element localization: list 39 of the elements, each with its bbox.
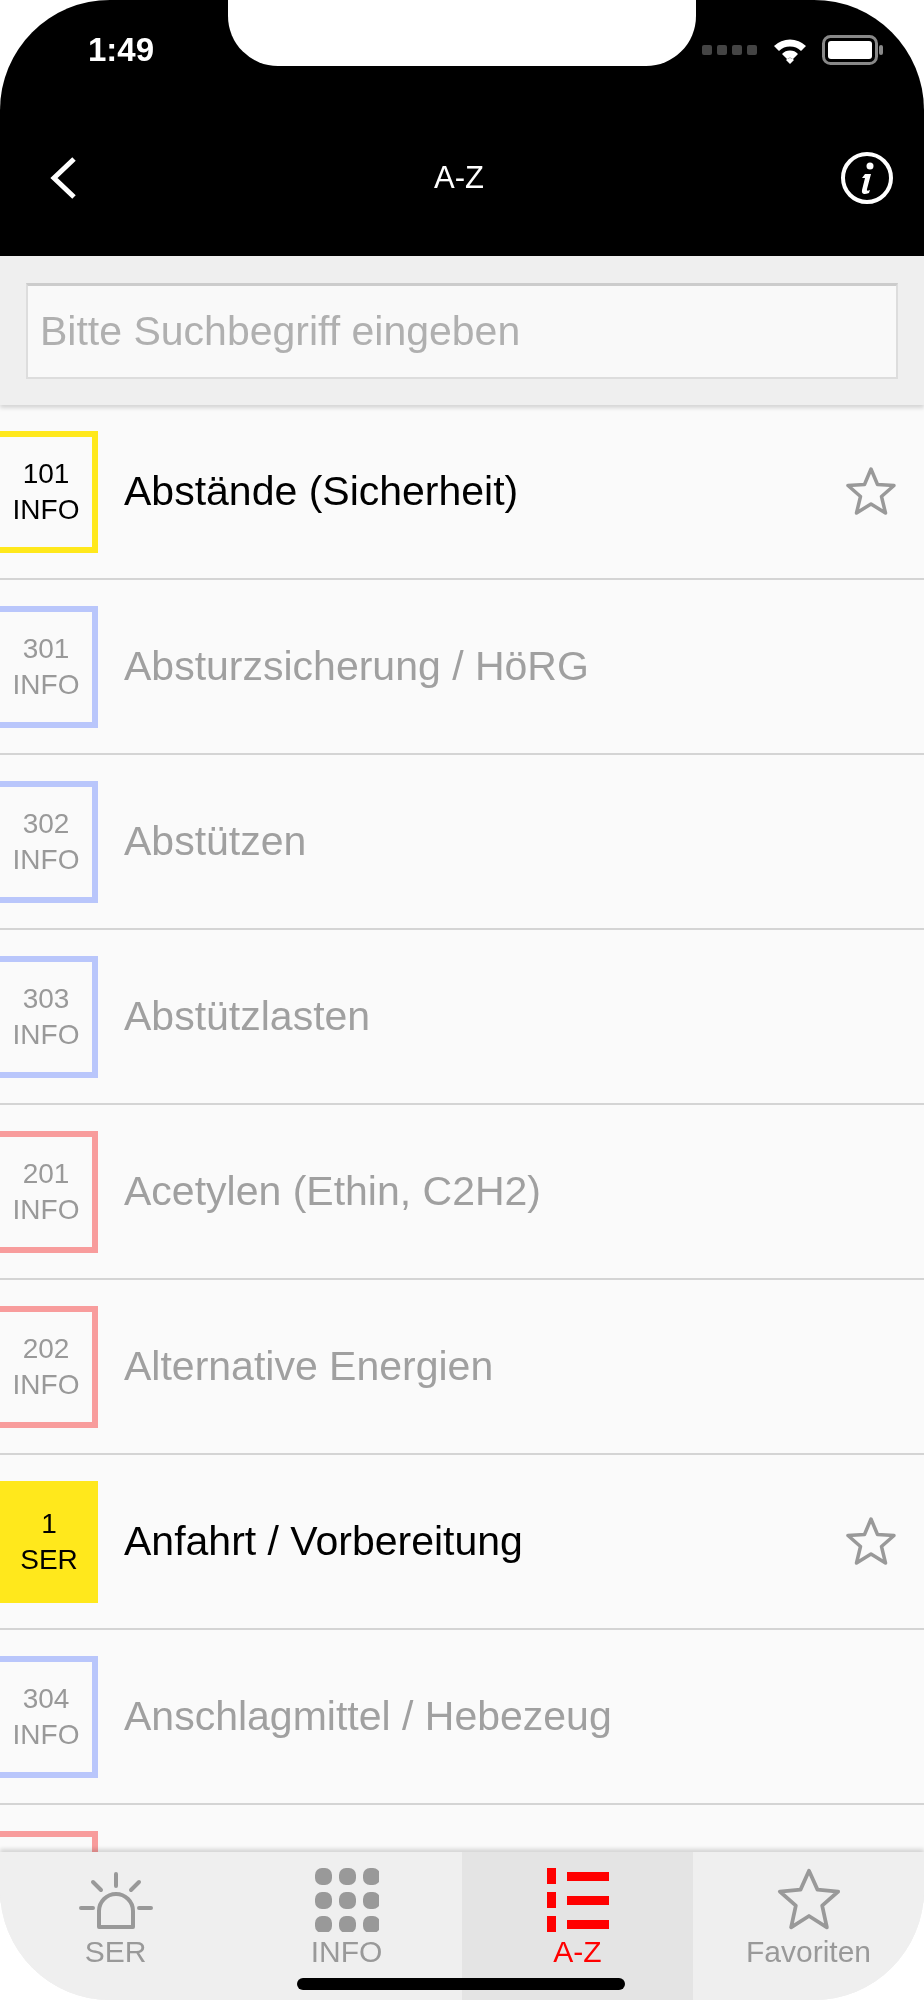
badge-number: 302 (22, 806, 70, 841)
badge-category: SER (20, 1542, 78, 1577)
badge-category: INFO (12, 1192, 80, 1227)
badge-category: INFO (12, 1367, 80, 1402)
battery-icon (822, 35, 884, 65)
item-title[interactable]: Alternative Energien (124, 1343, 924, 1390)
item-title[interactable]: Absturzsicherung / HöRG (124, 643, 924, 690)
tab[interactable]: A-Z (462, 1852, 693, 2000)
item-title[interactable]: Anschlagmittel / Hebezeug (124, 1693, 924, 1740)
badge-category: INFO (12, 842, 80, 877)
badge-number: 101 (22, 456, 70, 491)
grid-icon (314, 1868, 379, 1932)
item-title[interactable]: Abstützen (124, 818, 924, 865)
info-icon[interactable] (840, 151, 894, 205)
star-icon[interactable] (844, 1515, 898, 1568)
badge-number: 301 (22, 631, 70, 666)
item-title[interactable]: Anfahrt / Vorbereitung (124, 1518, 844, 1565)
badge-number: 202 (22, 1331, 70, 1366)
badge-number: 303 (22, 981, 70, 1016)
badge-number: 201 (22, 1156, 70, 1191)
badge-category: INFO (12, 667, 80, 702)
badge-category: INFO (12, 1017, 80, 1052)
back-icon[interactable] (48, 156, 78, 200)
badge-number: 1 (41, 1506, 57, 1541)
tab[interactable]: SER (0, 1852, 231, 2000)
list-icon (546, 1868, 609, 1932)
star-icon[interactable] (844, 465, 898, 518)
item-title[interactable]: Acetylen (Ethin, C2H2) (124, 1168, 924, 1215)
search-field[interactable]: Bitte Suchbegriff eingeben (26, 282, 898, 379)
badge-category: INFO (12, 1717, 80, 1752)
nav-title: A-Z (434, 160, 484, 196)
tab[interactable]: Favoriten (693, 1852, 924, 2000)
item-title[interactable]: Abstützlasten (124, 993, 924, 1040)
item-title[interactable]: Abstände (Sicherheit) (124, 468, 844, 515)
signal-icon (702, 43, 758, 57)
badge-category: INFO (12, 492, 80, 527)
badge-number: 304 (22, 1681, 70, 1716)
tab[interactable]: INFO (231, 1852, 462, 2000)
status-time: 1:49 (88, 31, 155, 69)
